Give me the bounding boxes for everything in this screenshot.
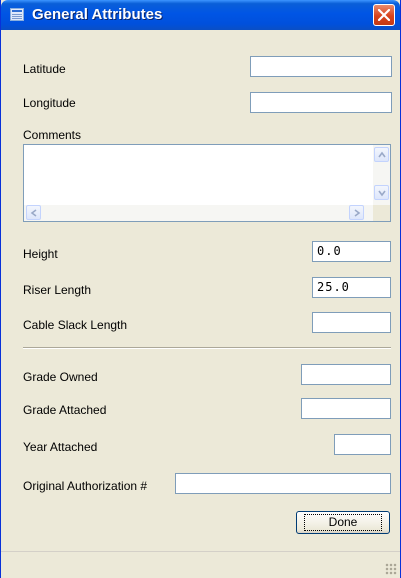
scroll-right-button[interactable] [349,205,364,220]
scroll-up-button[interactable] [374,147,389,162]
scroll-down-button[interactable] [374,185,389,200]
resize-grip-icon[interactable] [385,563,397,575]
latitude-label: Latitude [23,62,66,76]
comments-label: Comments [23,128,82,142]
riser-length-label: Riser Length [23,283,92,297]
chevron-left-icon [30,209,37,217]
table-icon [10,8,24,21]
original-authorization-input[interactable] [175,473,391,494]
chevron-right-icon [354,209,361,217]
close-button[interactable] [373,4,395,26]
height-label: Height [23,247,58,261]
general-attributes-window: General Attributes Latitude Longitude Co… [0,0,401,578]
riser-length-input[interactable]: 25.0 [312,277,391,298]
close-icon [378,9,390,21]
height-input[interactable]: 0.0 [312,241,391,262]
year-attached-label: Year Attached [23,440,98,454]
vertical-scrollbar[interactable] [373,145,390,205]
grade-attached-input[interactable] [301,398,391,419]
original-authorization-label: Original Authorization # [23,479,148,493]
chevron-down-icon [378,190,386,197]
done-button-label: Done [303,514,383,531]
longitude-label: Longitude [23,96,76,110]
scrollbar-corner [373,205,390,221]
section-divider [23,347,391,349]
grade-owned-input[interactable] [301,364,391,385]
year-attached-input[interactable] [334,434,391,455]
window-title: General Attributes [32,6,163,23]
horizontal-scrollbar[interactable] [24,205,373,221]
latitude-input[interactable] [250,56,392,77]
grade-attached-label: Grade Attached [23,403,107,417]
grade-owned-label: Grade Owned [23,370,98,384]
title-bar[interactable]: General Attributes [1,0,400,30]
scroll-left-button[interactable] [26,205,41,220]
longitude-input[interactable] [250,92,392,113]
cable-slack-length-label: Cable Slack Length [23,318,128,332]
chevron-up-icon [378,151,386,158]
status-bar [1,551,400,578]
cable-slack-length-input[interactable] [312,312,391,333]
done-button[interactable]: Done [296,511,390,534]
comments-textarea[interactable] [23,144,391,222]
